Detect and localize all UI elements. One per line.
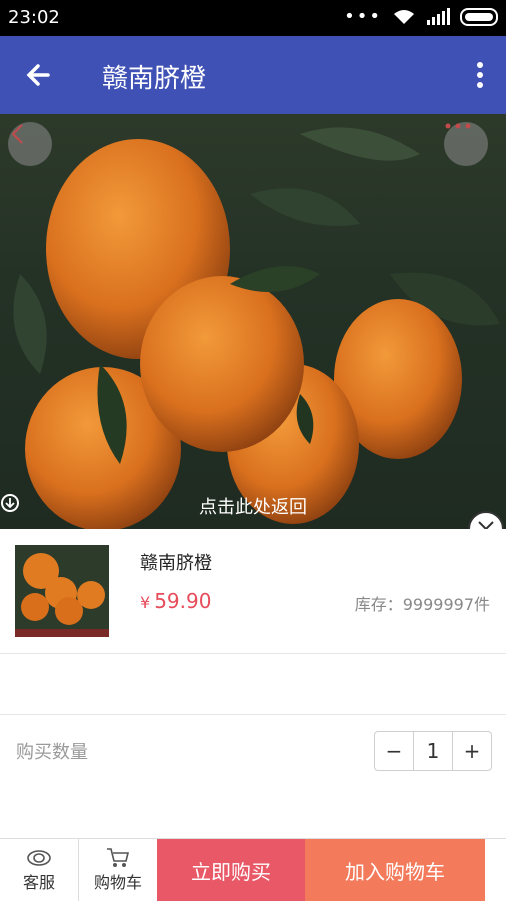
signal-icon: [427, 8, 450, 25]
quantity-label: 购买数量: [16, 742, 88, 763]
customer-service-tab[interactable]: 客服: [0, 839, 78, 901]
status-bar: 23:02 •••: [0, 0, 506, 36]
down-arrow-circle-icon: [1, 494, 19, 512]
status-icons: •••: [344, 8, 498, 26]
status-time: 23:02: [8, 7, 60, 28]
battery-icon: [460, 8, 498, 26]
more-horizontal-icon: [445, 123, 471, 129]
stock-count: 库存：9999997件: [354, 595, 490, 614]
quantity-stepper: − 1 +: [374, 731, 492, 771]
wifi-icon: [394, 10, 414, 24]
add-to-cart-button[interactable]: 加入购物车: [305, 839, 485, 901]
product-name: 赣南脐橙: [140, 553, 212, 574]
cart-label: 购物车: [93, 873, 142, 892]
product-image[interactable]: 点击此处返回: [0, 114, 506, 529]
page-title: 赣南脐橙: [102, 64, 207, 94]
thumbnail-oranges-illustration: [15, 545, 109, 637]
return-tip-label: 点击此处返回: [199, 497, 307, 518]
chevron-left-icon: [11, 124, 23, 144]
quantity-increase-button[interactable]: +: [453, 732, 491, 770]
bottom-action-bar: 客服 购物车 立即购买 加入购物车: [0, 838, 506, 901]
cart-tab[interactable]: 购物车: [78, 839, 157, 901]
cart-icon: [107, 848, 130, 867]
app-bar: 赣南脐橙: [0, 36, 506, 114]
hero-more-button[interactable]: [444, 122, 488, 166]
product-thumbnail: [15, 545, 109, 637]
customer-service-label: 客服: [22, 873, 55, 892]
quantity-value[interactable]: 1: [413, 732, 453, 770]
purchase-sheet: 赣南脐橙 ¥59.90 库存：9999997件 购买数量 − 1 +: [0, 529, 506, 838]
hero-back-button[interactable]: [8, 122, 52, 166]
product-price: ¥59.90: [140, 589, 211, 613]
return-tip[interactable]: 点击此处返回: [0, 493, 506, 519]
more-dots-icon: •••: [344, 6, 382, 27]
overflow-menu-icon[interactable]: [474, 60, 486, 90]
quantity-decrease-button[interactable]: −: [375, 732, 413, 770]
customer-service-icon: [27, 850, 51, 866]
divider: [0, 714, 506, 715]
oranges-illustration: [13, 127, 500, 529]
buy-now-button[interactable]: 立即购买: [157, 839, 305, 901]
divider: [0, 653, 506, 654]
price-value: 59.90: [154, 589, 212, 613]
currency-symbol: ¥: [140, 593, 151, 612]
back-arrow-icon[interactable]: [22, 58, 56, 92]
